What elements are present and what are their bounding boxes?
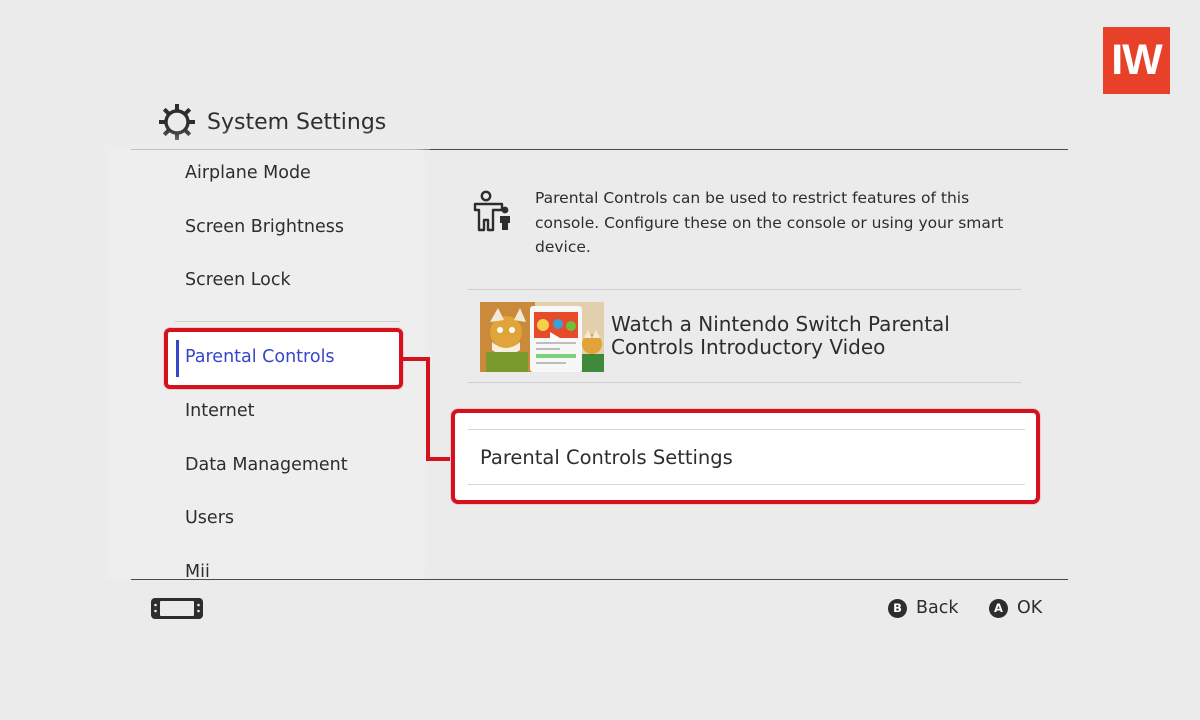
- a-button-icon: A: [989, 598, 1008, 618]
- back-button[interactable]: B Back: [888, 596, 959, 620]
- sidebar-item-data-management[interactable]: Data Management: [185, 455, 348, 475]
- brand-logo: IW: [1103, 27, 1170, 94]
- switch-console-icon: [151, 598, 203, 619]
- video-thumbnail: [480, 302, 604, 372]
- sidebar-item-users[interactable]: Users: [185, 508, 234, 528]
- footer-divider: [131, 579, 1068, 580]
- ok-button[interactable]: A OK: [989, 596, 1042, 620]
- row-divider: [468, 429, 1025, 430]
- parental-controls-icon: [473, 190, 510, 232]
- sidebar[interactable]: Airplane Mode Screen Brightness Screen L…: [0, 0, 430, 579]
- sidebar-item-airplane-mode[interactable]: Airplane Mode: [185, 163, 311, 183]
- sidebar-item-mii[interactable]: Mii: [185, 562, 210, 579]
- selection-indicator: [176, 340, 179, 377]
- sidebar-divider: [175, 321, 400, 322]
- sidebar-item-internet[interactable]: Internet: [185, 401, 255, 421]
- row-divider: [468, 382, 1021, 383]
- settings-button-label: Parental Controls Settings: [480, 446, 733, 469]
- parental-controls-settings-button[interactable]: Parental Controls Settings: [451, 409, 1040, 504]
- sidebar-item-screen-brightness[interactable]: Screen Brightness: [185, 217, 344, 237]
- row-divider: [468, 484, 1025, 485]
- b-button-icon: B: [888, 598, 907, 618]
- parental-controls-description: Parental Controls can be used to restric…: [535, 189, 1004, 256]
- ok-label: OK: [1017, 598, 1043, 618]
- sidebar-item-parental-controls[interactable]: Parental Controls: [164, 328, 403, 389]
- sidebar-item-screen-lock[interactable]: Screen Lock: [185, 270, 291, 290]
- video-list-item[interactable]: Watch a Nintendo Switch Parental Control…: [468, 290, 1021, 382]
- back-label: Back: [916, 598, 959, 618]
- video-title: Watch a Nintendo Switch Parental Control…: [611, 312, 950, 359]
- sidebar-item-label: Parental Controls: [185, 347, 335, 367]
